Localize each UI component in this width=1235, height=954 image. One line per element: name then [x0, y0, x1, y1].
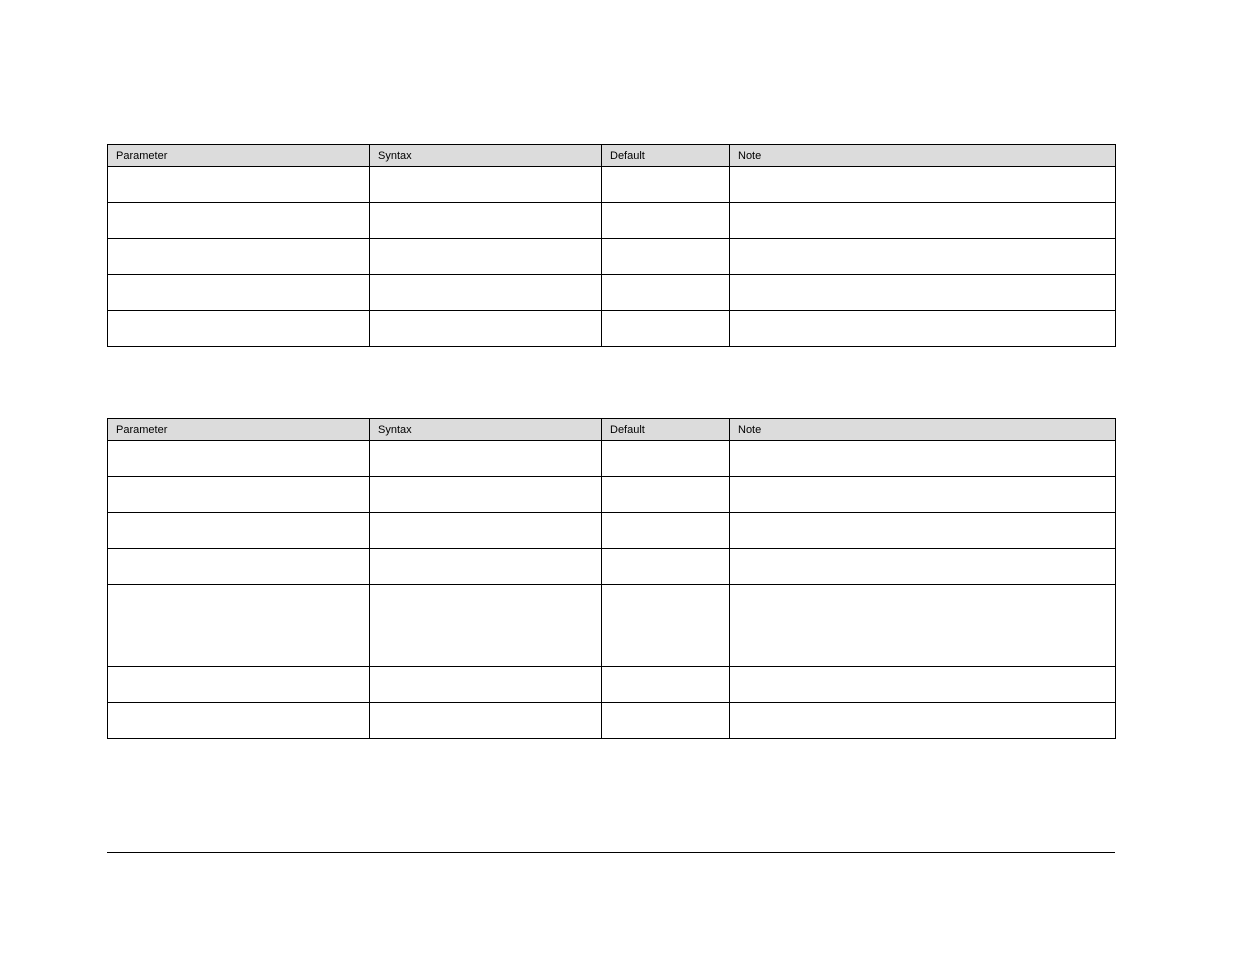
- table-cell: [108, 703, 370, 739]
- table-row: [108, 167, 1116, 203]
- table-cell: [602, 239, 730, 275]
- table-cell: [108, 667, 370, 703]
- table-1-body: [108, 167, 1116, 347]
- table-cell: [370, 311, 602, 347]
- th-parameter: Parameter: [108, 145, 370, 167]
- table-cell: [730, 549, 1116, 585]
- table-row: [108, 477, 1116, 513]
- table-2-body: [108, 441, 1116, 739]
- table-2-wrap: Parameter Syntax Default Note: [107, 418, 1115, 739]
- table-row: [108, 275, 1116, 311]
- th-syntax: Syntax: [370, 145, 602, 167]
- th-default: Default: [602, 145, 730, 167]
- th-syntax: Syntax: [370, 419, 602, 441]
- table-row: [108, 513, 1116, 549]
- table-cell: [370, 203, 602, 239]
- table-cell: [730, 275, 1116, 311]
- table-row: Parameter Syntax Default Note: [108, 419, 1116, 441]
- table-cell: [602, 549, 730, 585]
- table-cell: [370, 239, 602, 275]
- table-cell: [730, 167, 1116, 203]
- table-cell: [370, 703, 602, 739]
- table-cell: [108, 477, 370, 513]
- table-cell: [602, 513, 730, 549]
- table-cell: [602, 203, 730, 239]
- table-cell: [602, 703, 730, 739]
- th-note: Note: [730, 145, 1116, 167]
- th-default: Default: [602, 419, 730, 441]
- table-cell: [370, 667, 602, 703]
- table-cell: [108, 167, 370, 203]
- table-cell: [602, 477, 730, 513]
- table-cell: [108, 203, 370, 239]
- table-cell: [602, 585, 730, 667]
- table-row: [108, 667, 1116, 703]
- table-cell: [730, 239, 1116, 275]
- table-cell: [370, 513, 602, 549]
- table-cell: [108, 441, 370, 477]
- table-cell: [370, 585, 602, 667]
- table-2-head: Parameter Syntax Default Note: [108, 419, 1116, 441]
- table-row: [108, 703, 1116, 739]
- table-cell: [370, 477, 602, 513]
- table-cell: [730, 513, 1116, 549]
- table-row: Parameter Syntax Default Note: [108, 145, 1116, 167]
- table-cell: [730, 477, 1116, 513]
- table-1: Parameter Syntax Default Note: [107, 144, 1116, 347]
- table-cell: [370, 167, 602, 203]
- table-row: [108, 549, 1116, 585]
- table-cell: [108, 513, 370, 549]
- footer-rule: [107, 852, 1115, 853]
- table-cell: [730, 441, 1116, 477]
- table-cell: [370, 275, 602, 311]
- table-cell: [730, 703, 1116, 739]
- table-2: Parameter Syntax Default Note: [107, 418, 1116, 739]
- table-cell: [108, 275, 370, 311]
- th-note: Note: [730, 419, 1116, 441]
- table-row: [108, 441, 1116, 477]
- table-cell: [730, 585, 1116, 667]
- table-1-wrap: Parameter Syntax Default Note: [107, 144, 1115, 347]
- table-cell: [730, 667, 1116, 703]
- table-cell: [730, 311, 1116, 347]
- table-row: [108, 203, 1116, 239]
- table-cell: [108, 239, 370, 275]
- table-row: [108, 585, 1116, 667]
- table-1-head: Parameter Syntax Default Note: [108, 145, 1116, 167]
- table-cell: [108, 311, 370, 347]
- page: Parameter Syntax Default Note Parameter …: [0, 0, 1235, 954]
- table-row: [108, 311, 1116, 347]
- table-cell: [370, 441, 602, 477]
- table-cell: [602, 667, 730, 703]
- table-row: [108, 239, 1116, 275]
- table-cell: [602, 311, 730, 347]
- table-cell: [602, 275, 730, 311]
- table-cell: [602, 167, 730, 203]
- table-cell: [370, 549, 602, 585]
- th-parameter: Parameter: [108, 419, 370, 441]
- table-cell: [730, 203, 1116, 239]
- table-cell: [108, 585, 370, 667]
- table-cell: [602, 441, 730, 477]
- table-cell: [108, 549, 370, 585]
